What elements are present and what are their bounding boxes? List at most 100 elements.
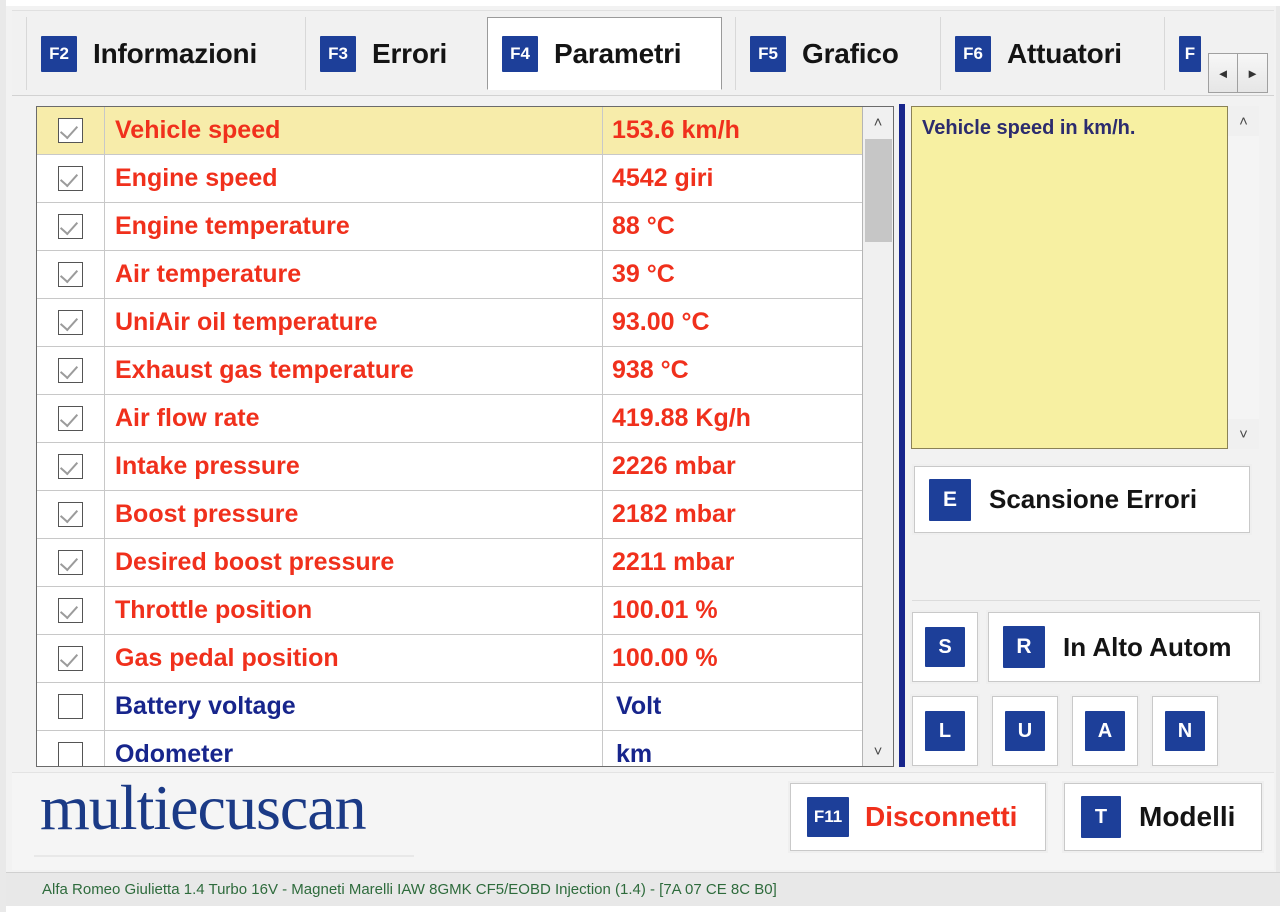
table-row[interactable]: Vehicle speed 153.6 km/h	[37, 107, 893, 155]
checkbox-checked-icon[interactable]	[58, 598, 83, 623]
tab-label: Errori	[372, 37, 448, 69]
footer-bar: multiecuscan F11 Disconnetti T Modelli	[12, 772, 1274, 870]
table-row[interactable]: Odometer km	[37, 731, 893, 767]
parameter-name: Air flow rate	[105, 395, 603, 442]
l-button[interactable]: L	[912, 696, 978, 766]
checkbox-checked-icon[interactable]	[58, 502, 83, 527]
table-row[interactable]: Boost pressure 2182 mbar	[37, 491, 893, 539]
parameter-name: Vehicle speed	[105, 107, 603, 154]
tab-parametri[interactable]: F4 Parametri	[487, 17, 722, 90]
status-bar-text: Alfa Romeo Giulietta 1.4 Turbo 16V - Mag…	[42, 881, 777, 898]
table-row[interactable]: Exhaust gas temperature 938 °C	[37, 347, 893, 395]
tab-errori[interactable]: F3 Errori	[305, 17, 480, 90]
checkbox-unchecked-icon[interactable]	[58, 694, 83, 719]
description-scrollbar[interactable]: ˄ ˅	[1228, 106, 1259, 449]
scrollbar-thumb[interactable]	[865, 139, 892, 242]
tab-informazioni[interactable]: F2 Informazioni	[26, 17, 291, 90]
parameter-checkbox-cell[interactable]	[37, 635, 105, 682]
parameter-grid-scrollbar[interactable]: ˄ ˅	[862, 107, 893, 766]
parameter-name: Engine temperature	[105, 203, 603, 250]
parameter-checkbox-cell[interactable]	[37, 299, 105, 346]
desc-scroll-down-icon[interactable]: ˅	[1228, 419, 1259, 449]
parameter-checkbox-cell[interactable]	[37, 731, 105, 766]
checkbox-checked-icon[interactable]	[58, 262, 83, 287]
in-alto-autom-button[interactable]: R In Alto Autom	[988, 612, 1260, 682]
parameter-value: 2211 mbar	[612, 548, 735, 576]
scan-errors-button[interactable]: E Scansione Errori	[914, 466, 1250, 533]
table-row[interactable]: Battery voltage Volt	[37, 683, 893, 731]
right-panel-separator	[912, 600, 1260, 601]
parameter-value: 88 °C	[612, 212, 675, 240]
table-row[interactable]: Engine temperature 88 °C	[37, 203, 893, 251]
parameter-name: Gas pedal position	[105, 635, 603, 682]
table-row[interactable]: Engine speed 4542 giri	[37, 155, 893, 203]
parameter-checkbox-cell[interactable]	[37, 347, 105, 394]
parameter-grid-rows: Vehicle speed 153.6 km/h Engine speed 4542 …	[37, 107, 893, 767]
parameter-name: Air temperature	[105, 251, 603, 298]
parameter-grid: Vehicle speed 153.6 km/h Engine speed 4542 …	[36, 106, 894, 767]
s-key-icon: S	[925, 627, 965, 667]
stop-button[interactable]: S	[912, 612, 978, 682]
checkbox-checked-icon[interactable]	[58, 406, 83, 431]
parameter-checkbox-cell[interactable]	[37, 203, 105, 250]
parameter-value: km	[616, 740, 653, 767]
parameter-name: Boost pressure	[105, 491, 603, 538]
table-row[interactable]: Throttle position 100.01 %	[37, 587, 893, 635]
u-button[interactable]: U	[992, 696, 1058, 766]
table-row[interactable]: Desired boost pressure 2211 mbar	[37, 539, 893, 587]
f6-key-icon: F6	[955, 35, 991, 72]
checkbox-checked-icon[interactable]	[58, 646, 83, 671]
status-bar: Alfa Romeo Giulietta 1.4 Turbo 16V - Mag…	[6, 872, 1280, 908]
r-key-icon: R	[1003, 626, 1045, 668]
u-key-icon: U	[1005, 711, 1045, 751]
parameter-checkbox-cell[interactable]	[37, 539, 105, 586]
tab-scroll-prev-button[interactable]: ◄	[1208, 53, 1238, 93]
parameter-checkbox-cell[interactable]	[37, 251, 105, 298]
parameter-value: 153.6 km/h	[612, 116, 740, 144]
checkbox-checked-icon[interactable]	[58, 166, 83, 191]
window-top-edge	[6, 0, 1280, 6]
parameter-checkbox-cell[interactable]	[37, 107, 105, 154]
checkbox-checked-icon[interactable]	[58, 310, 83, 335]
models-button[interactable]: T Modelli	[1064, 783, 1262, 851]
checkbox-checked-icon[interactable]	[58, 118, 83, 143]
checkbox-checked-icon[interactable]	[58, 358, 83, 383]
tab-attuatori[interactable]: F6 Attuatori	[940, 17, 1150, 90]
a-button[interactable]: A	[1072, 696, 1138, 766]
tab-label: Informazioni	[93, 37, 258, 69]
n-button[interactable]: N	[1152, 696, 1218, 766]
e-key-icon: E	[929, 478, 971, 521]
f11-key-icon: F11	[807, 797, 849, 837]
tab-scroll-next-button[interactable]: ►	[1238, 53, 1268, 93]
parameter-name: UniAir oil temperature	[105, 299, 603, 346]
multiecuscan-logo: multiecuscan	[40, 772, 367, 843]
tab-label: Attuatori	[1007, 37, 1122, 69]
scroll-up-icon[interactable]: ˄	[863, 107, 893, 137]
parameter-name: Exhaust gas temperature	[105, 347, 603, 394]
disconnect-button[interactable]: F11 Disconnetti	[790, 783, 1046, 851]
vertical-divider	[899, 104, 905, 767]
table-row[interactable]: UniAir oil temperature 93.00 °C	[37, 299, 893, 347]
models-label: Modelli	[1139, 801, 1236, 832]
table-row[interactable]: Air temperature 39 °C	[37, 251, 893, 299]
n-key-icon: N	[1165, 711, 1205, 751]
parameter-checkbox-cell[interactable]	[37, 491, 105, 538]
parameter-checkbox-cell[interactable]	[37, 683, 105, 730]
table-row[interactable]: Gas pedal position 100.00 %	[37, 635, 893, 683]
f4-key-icon: F4	[502, 35, 538, 72]
table-row[interactable]: Intake pressure 2226 mbar	[37, 443, 893, 491]
checkbox-checked-icon[interactable]	[58, 550, 83, 575]
checkbox-unchecked-icon[interactable]	[58, 742, 83, 766]
table-row[interactable]: Air flow rate 419.88 Kg/h	[37, 395, 893, 443]
parameter-checkbox-cell[interactable]	[37, 587, 105, 634]
checkbox-checked-icon[interactable]	[58, 214, 83, 239]
parameter-checkbox-cell[interactable]	[37, 395, 105, 442]
parameter-checkbox-cell[interactable]	[37, 443, 105, 490]
a-key-icon: A	[1085, 711, 1125, 751]
logo-underline	[34, 855, 414, 857]
scroll-down-icon[interactable]: ˅	[863, 736, 893, 766]
parameter-checkbox-cell[interactable]	[37, 155, 105, 202]
tab-grafico[interactable]: F5 Grafico	[735, 17, 925, 90]
checkbox-checked-icon[interactable]	[58, 454, 83, 479]
desc-scroll-up-icon[interactable]: ˄	[1228, 106, 1259, 136]
